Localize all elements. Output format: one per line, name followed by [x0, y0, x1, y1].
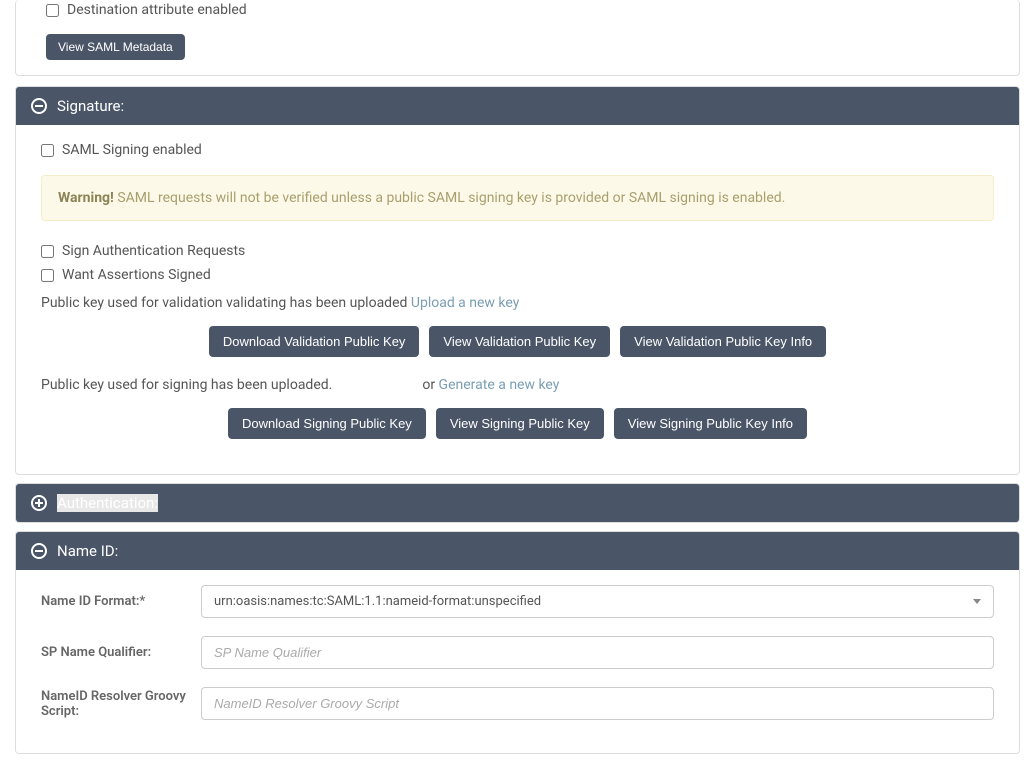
- or-generate-wrap: or Generate a new key: [422, 377, 559, 393]
- sign-auth-checkbox[interactable]: [41, 245, 54, 258]
- collapse-icon: [31, 543, 47, 559]
- upload-new-key-link[interactable]: Upload a new key: [411, 295, 519, 311]
- saml-signing-row: SAML Signing enabled: [41, 140, 994, 160]
- validation-key-text: Public key used for validation validatin…: [41, 295, 411, 311]
- nameid-format-label: Name ID Format:*: [41, 594, 201, 609]
- nameid-header[interactable]: Name ID:: [16, 532, 1019, 570]
- nameid-body: Name ID Format:* urn:oasis:names:tc:SAML…: [16, 570, 1019, 753]
- destination-attribute-label: Destination attribute enabled: [67, 2, 247, 18]
- want-assertions-label: Want Assertions Signed: [62, 267, 211, 283]
- saml-signing-label: SAML Signing enabled: [62, 142, 202, 158]
- nameid-format-select[interactable]: urn:oasis:names:tc:SAML:1.1:nameid-forma…: [201, 585, 994, 618]
- authentication-title: Authentication:: [57, 494, 158, 512]
- nameid-title: Name ID:: [57, 542, 118, 560]
- top-panel-fragment: Destination attribute enabled View SAML …: [15, 0, 1020, 76]
- view-validation-button[interactable]: View Validation Public Key: [429, 326, 610, 357]
- sp-qualifier-label: SP Name Qualifier:: [41, 645, 201, 660]
- download-signing-button[interactable]: Download Signing Public Key: [228, 408, 426, 439]
- nameid-panel: Name ID: Name ID Format:* urn:oasis:name…: [15, 531, 1020, 754]
- resolver-row: NameID Resolver Groovy Script:: [41, 687, 994, 720]
- download-validation-button[interactable]: Download Validation Public Key: [209, 326, 420, 357]
- resolver-label: NameID Resolver Groovy Script:: [41, 689, 201, 719]
- signature-title: Signature:: [57, 97, 124, 115]
- view-validation-info-button[interactable]: View Validation Public Key Info: [620, 326, 826, 357]
- sign-auth-label: Sign Authentication Requests: [62, 243, 245, 259]
- view-signing-button[interactable]: View Signing Public Key: [436, 408, 604, 439]
- authentication-header[interactable]: Authentication:: [16, 484, 1019, 522]
- signature-header[interactable]: Signature:: [16, 87, 1019, 125]
- signing-key-text: Public key used for signing has been upl…: [41, 377, 332, 393]
- want-assertions-row: Want Assertions Signed: [41, 265, 994, 285]
- signature-panel: Signature: SAML Signing enabled Warning!…: [15, 86, 1020, 475]
- destination-attribute-row: Destination attribute enabled: [46, 0, 989, 20]
- warning-text: SAML requests will not be verified unles…: [114, 190, 786, 206]
- sp-qualifier-row: SP Name Qualifier:: [41, 636, 994, 669]
- resolver-input[interactable]: [201, 687, 994, 720]
- expand-icon: [31, 495, 47, 511]
- view-saml-metadata-button[interactable]: View SAML Metadata: [46, 34, 185, 60]
- authentication-panel: Authentication:: [15, 483, 1020, 523]
- chevron-down-icon: [973, 599, 981, 604]
- warning-box: Warning! SAML requests will not be verif…: [41, 175, 994, 221]
- sp-qualifier-input[interactable]: [201, 636, 994, 669]
- signing-key-text-row: Public key used for signing has been upl…: [41, 377, 994, 393]
- destination-attribute-checkbox[interactable]: [46, 4, 59, 17]
- validation-button-row: Download Validation Public Key View Vali…: [41, 326, 994, 357]
- generate-new-key-link[interactable]: Generate a new key: [439, 377, 560, 393]
- want-assertions-checkbox[interactable]: [41, 269, 54, 282]
- validation-key-text-row: Public key used for validation validatin…: [41, 295, 994, 311]
- collapse-icon: [31, 98, 47, 114]
- or-text: or: [422, 377, 438, 393]
- signature-body: SAML Signing enabled Warning! SAML reque…: [16, 125, 1019, 474]
- sign-auth-row: Sign Authentication Requests: [41, 241, 994, 261]
- saml-signing-checkbox[interactable]: [41, 144, 54, 157]
- view-signing-info-button[interactable]: View Signing Public Key Info: [614, 408, 807, 439]
- nameid-format-row: Name ID Format:* urn:oasis:names:tc:SAML…: [41, 585, 994, 618]
- warning-label: Warning!: [58, 190, 114, 206]
- nameid-format-value: urn:oasis:names:tc:SAML:1.1:nameid-forma…: [214, 594, 541, 609]
- signing-button-row: Download Signing Public Key View Signing…: [41, 408, 994, 439]
